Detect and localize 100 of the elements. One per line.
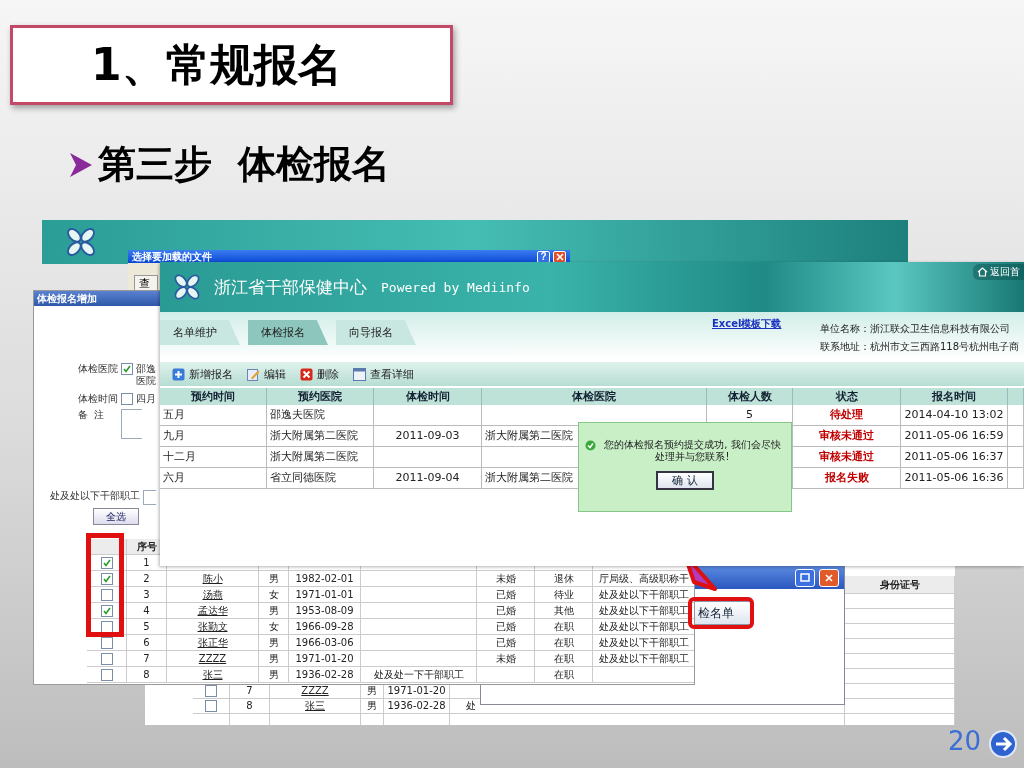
toolbar-button[interactable]: 编辑	[247, 366, 286, 382]
table-cell: 5	[127, 619, 167, 635]
name-link[interactable]: 孟达华	[167, 603, 259, 619]
confirm-button[interactable]: 确 认	[656, 471, 714, 490]
close-button[interactable]	[553, 250, 566, 263]
table-cell: 浙大附属第二医院	[267, 447, 374, 468]
close-icon	[555, 252, 564, 261]
checkbox[interactable]	[205, 700, 217, 712]
home-icon	[977, 267, 988, 277]
table-cell: 1966-09-28	[289, 619, 361, 635]
name-link[interactable]: ZZZZ	[167, 651, 259, 667]
close-button[interactable]	[819, 568, 839, 587]
table-cell: 1953-08-09	[289, 603, 361, 619]
name-link[interactable]: 张三	[270, 699, 361, 714]
table-cell: 处及处以下干部职工	[593, 635, 694, 651]
checkbox[interactable]	[205, 685, 217, 697]
column-header: 身份证号	[845, 576, 955, 594]
table-cell: 已婚	[477, 603, 535, 619]
category-select[interactable]	[143, 490, 156, 505]
column-header: 体检医院	[482, 388, 707, 405]
delete-icon	[300, 367, 313, 381]
table-cell: 男	[259, 635, 289, 651]
table-cell	[1008, 447, 1024, 468]
maximize-button[interactable]	[795, 568, 815, 587]
site-title: 浙江省干部保健中心	[214, 275, 367, 299]
table-cell: 在职	[535, 635, 593, 651]
name-link[interactable]: 张三	[167, 667, 259, 683]
excel-download-link[interactable]: Excel模板下载	[712, 318, 782, 329]
table-cell: 2011-05-06 16:37	[901, 447, 1008, 468]
view-icon	[353, 367, 366, 381]
dialog-title: 选择要加载的文件	[132, 251, 213, 262]
column-header: 报名时间	[901, 388, 1008, 405]
name-link[interactable]: 陈小	[167, 571, 259, 587]
checkbox[interactable]	[121, 393, 133, 405]
toolbar-button[interactable]: 新增报名	[172, 366, 233, 382]
tab[interactable]: 向导报名	[336, 320, 416, 345]
field-label: 备 注	[78, 409, 106, 421]
checkbox[interactable]	[100, 652, 113, 665]
check-icon	[102, 606, 111, 615]
column-header: 预约医院	[267, 388, 374, 405]
home-link-text[interactable]: 返回首	[990, 265, 1020, 279]
bullet-arrow-icon	[68, 150, 94, 179]
checkbox[interactable]	[100, 588, 113, 601]
table-cell: 1966-03-06	[289, 635, 361, 651]
table-cell: 8	[127, 667, 167, 683]
table-cell: 男	[361, 699, 384, 714]
table-cell: 未婚	[477, 651, 535, 667]
table-cell: 女	[259, 619, 289, 635]
table-cell: 已婚	[477, 619, 535, 635]
column-header: 体检时间	[374, 388, 482, 405]
next-icon[interactable]	[988, 729, 1018, 759]
table-cell: 1936-02-28	[384, 699, 450, 714]
company-name: 单位名称：浙江联众卫生信息科技有限公司	[820, 322, 1011, 336]
page-number: 20	[948, 726, 982, 756]
option-label: 医院	[136, 375, 156, 387]
powered-by: Powered by Mediinfo	[381, 279, 530, 295]
help-button[interactable]: ?	[537, 250, 550, 263]
checkbox[interactable]	[100, 668, 113, 681]
table-cell: 在职	[535, 667, 593, 683]
close-icon	[825, 573, 833, 582]
toolbar-button[interactable]: 删除	[300, 366, 339, 382]
table-cell: 处及处以下干部职工	[593, 619, 694, 635]
status-text: 报名失败	[793, 468, 901, 489]
remark-field[interactable]	[121, 409, 142, 439]
home-link[interactable]: 返回首	[973, 264, 1024, 280]
name-link[interactable]: 张正华	[167, 635, 259, 651]
name-link[interactable]: 汤燕	[167, 587, 259, 603]
checkbox[interactable]	[100, 604, 113, 617]
highlight-frame	[688, 597, 754, 629]
status-text: 待处理	[793, 405, 901, 426]
option-label: 邵逸	[136, 363, 156, 375]
field-label: 体检医院	[78, 363, 118, 375]
table-cell: 7	[127, 651, 167, 667]
table-cell: 邵逸夫医院	[267, 405, 374, 426]
table-cell: 1971-01-20	[289, 651, 361, 667]
browse-button[interactable]: 查	[134, 275, 158, 290]
slide-title: 1、常规报名	[91, 37, 342, 92]
table-cell: 六月	[160, 468, 267, 489]
table-cell: 处及处以下干部职工	[593, 587, 694, 603]
table-cell: 浙大附属第二医院	[267, 426, 374, 447]
exam-list-button[interactable]: 检名单	[693, 601, 753, 625]
checkbox[interactable]	[121, 363, 133, 375]
table-cell: 在职	[535, 619, 593, 635]
checkbox[interactable]	[100, 620, 113, 633]
checkbox[interactable]	[100, 556, 113, 569]
slide-heading: 第三步 体检报名	[98, 141, 391, 188]
table-cell: 在职	[535, 651, 593, 667]
tab[interactable]: 体检报名	[248, 320, 328, 345]
table-cell: 6	[127, 635, 167, 651]
table-cell: 处及处一下干部职工	[361, 667, 477, 683]
success-icon	[585, 440, 596, 451]
toolbar-button[interactable]: 查看详细	[353, 366, 414, 382]
select-all-button[interactable]: 全选	[93, 508, 139, 525]
table-cell: 2011-09-03	[374, 426, 482, 447]
checkbox[interactable]	[100, 572, 113, 585]
table-cell: 女	[259, 587, 289, 603]
name-link[interactable]: 张勤文	[167, 619, 259, 635]
table-cell: 2011-09-04	[374, 468, 482, 489]
table-cell: 十二月	[160, 447, 267, 468]
tab[interactable]: 名单维护	[160, 320, 240, 345]
